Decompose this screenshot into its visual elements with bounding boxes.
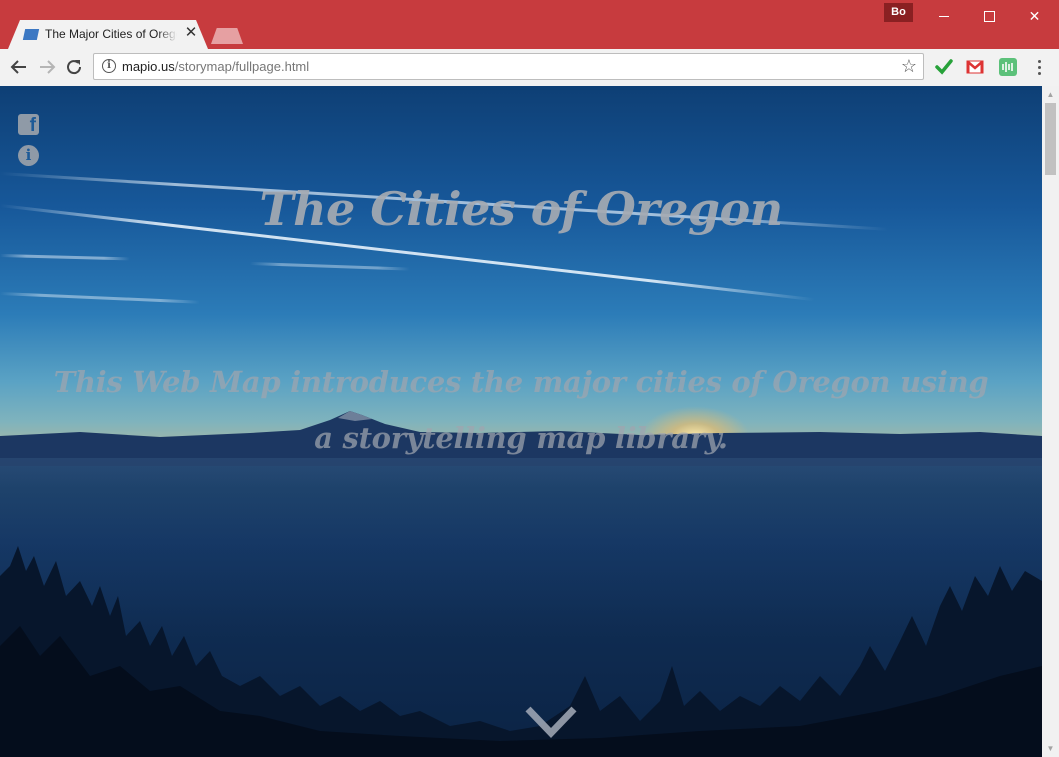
- browser-window: The Major Cities of Oregon ✕ Bo ✕ i mapi…: [0, 0, 1059, 757]
- profile-badge[interactable]: Bo: [884, 3, 913, 22]
- contrail: [249, 262, 410, 271]
- waveform-icon: [999, 58, 1017, 76]
- facebook-glyph: f: [29, 115, 36, 136]
- facebook-icon[interactable]: f: [18, 114, 39, 136]
- vertical-scrollbar[interactable]: ▲ ▼: [1042, 86, 1059, 757]
- contrail: [0, 292, 200, 304]
- browser-tab[interactable]: The Major Cities of Oregon ✕: [8, 20, 208, 49]
- tab-title: The Major Cities of Oregon: [45, 27, 177, 41]
- gmail-extension-icon[interactable]: [965, 57, 985, 77]
- scroll-down-arrow-icon[interactable]: ▼: [1042, 740, 1059, 757]
- check-extension-icon[interactable]: [934, 57, 954, 77]
- reload-button[interactable]: [62, 55, 86, 79]
- contrail: [0, 254, 130, 261]
- browser-menu-button[interactable]: [1032, 57, 1048, 77]
- forest-silhouette: [0, 546, 1042, 757]
- url-path: /storymap/fullpage.html: [174, 59, 310, 74]
- maximize-button[interactable]: [966, 0, 1011, 32]
- info-icon[interactable]: i: [18, 145, 39, 166]
- new-tab-button[interactable]: [211, 28, 243, 44]
- address-bar[interactable]: i mapio.us/storymap/fullpage.html ☆: [93, 53, 924, 80]
- gmail-icon: [966, 60, 984, 74]
- scrollbar-thumb[interactable]: [1045, 103, 1056, 175]
- close-window-button[interactable]: ✕: [1012, 0, 1057, 32]
- page-subtitle: This Web Map introduces the major cities…: [53, 365, 989, 455]
- tab-strip: The Major Cities of Oregon ✕ Bo ✕: [0, 0, 1059, 49]
- maximize-icon: [984, 11, 995, 22]
- map-favicon-icon: [22, 29, 40, 40]
- green-extension-icon[interactable]: [998, 57, 1018, 77]
- scroll-up-arrow-icon[interactable]: ▲: [1042, 86, 1059, 103]
- minimize-icon: [939, 16, 949, 17]
- url-host: mapio.us: [122, 59, 175, 74]
- reload-icon: [67, 60, 82, 75]
- bookmark-star-icon[interactable]: ☆: [901, 56, 917, 76]
- menu-dot: [1038, 72, 1041, 75]
- url-text[interactable]: mapio.us/storymap/fullpage.html: [122, 59, 309, 74]
- minimize-button[interactable]: [921, 0, 966, 32]
- checkmark-icon: [935, 59, 953, 75]
- menu-dot: [1038, 60, 1041, 63]
- forward-button[interactable]: [35, 55, 59, 79]
- arrow-left-icon: [10, 60, 26, 74]
- chevron-down-icon[interactable]: [525, 704, 577, 740]
- tab-close-icon[interactable]: ✕: [182, 24, 200, 42]
- hero-section: f i The Cities of Oregon This Web Map in…: [0, 86, 1042, 757]
- site-info-icon[interactable]: i: [102, 59, 116, 73]
- browser-toolbar: i mapio.us/storymap/fullpage.html ☆: [0, 49, 1059, 87]
- info-glyph: i: [25, 146, 32, 164]
- back-button[interactable]: [7, 55, 31, 79]
- page-title: The Cities of Oregon: [259, 182, 783, 236]
- arrow-right-icon: [40, 60, 56, 74]
- menu-dot: [1038, 66, 1041, 69]
- close-icon: ✕: [1028, 8, 1041, 24]
